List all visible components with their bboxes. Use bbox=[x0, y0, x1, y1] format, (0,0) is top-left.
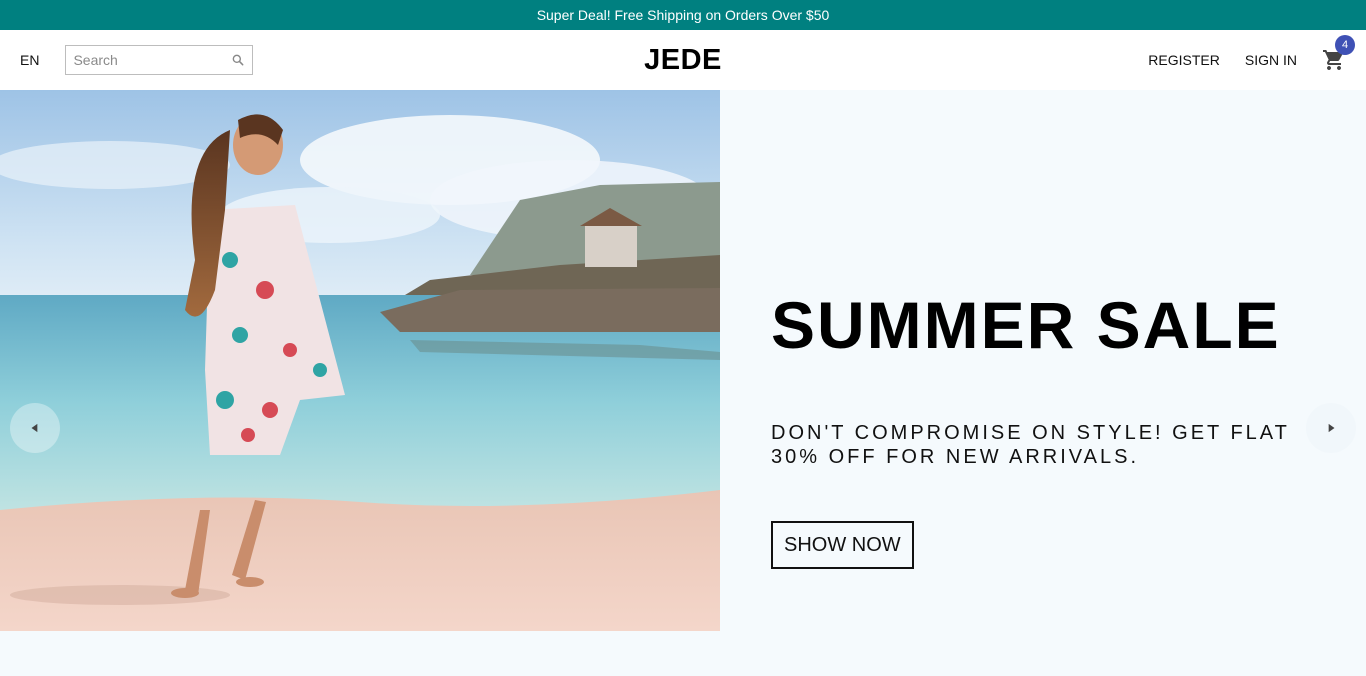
navbar-right: REGISTER SIGN IN 4 bbox=[1123, 35, 1355, 72]
hero-slider: SUMMER SALE DON'T COMPROMISE ON STYLE! G… bbox=[0, 90, 1366, 676]
slider-prev-button[interactable] bbox=[10, 403, 60, 453]
hero-info: SUMMER SALE DON'T COMPROMISE ON STYLE! G… bbox=[771, 292, 1331, 569]
language-selector[interactable]: EN bbox=[20, 52, 39, 68]
register-link[interactable]: REGISTER bbox=[1148, 52, 1220, 68]
announcement-bar: Super Deal! Free Shipping on Orders Over… bbox=[0, 0, 1366, 30]
navbar: EN JEDE REGISTER SIGN IN 4 bbox=[0, 30, 1366, 90]
cart-button[interactable]: 4 bbox=[1322, 35, 1355, 72]
search-icon[interactable] bbox=[231, 53, 245, 67]
hero-title: SUMMER SALE bbox=[771, 288, 1281, 362]
hero-image bbox=[0, 90, 720, 631]
hero-description: DON'T COMPROMISE ON STYLE! GET FLAT 30% … bbox=[771, 422, 1290, 468]
show-now-button[interactable]: SHOW NOW bbox=[771, 521, 914, 569]
arrow-left-icon bbox=[31, 423, 38, 433]
logo[interactable]: JEDE bbox=[644, 44, 722, 77]
cart-count-badge: 4 bbox=[1335, 35, 1355, 55]
navbar-left: EN bbox=[20, 45, 254, 75]
sign-in-link[interactable]: SIGN IN bbox=[1245, 52, 1297, 68]
search-input[interactable] bbox=[73, 52, 224, 68]
search-box bbox=[65, 45, 254, 75]
announcement-text: Super Deal! Free Shipping on Orders Over… bbox=[536, 7, 830, 23]
slider-next-button[interactable] bbox=[1306, 403, 1356, 453]
arrow-right-icon bbox=[1328, 423, 1335, 433]
